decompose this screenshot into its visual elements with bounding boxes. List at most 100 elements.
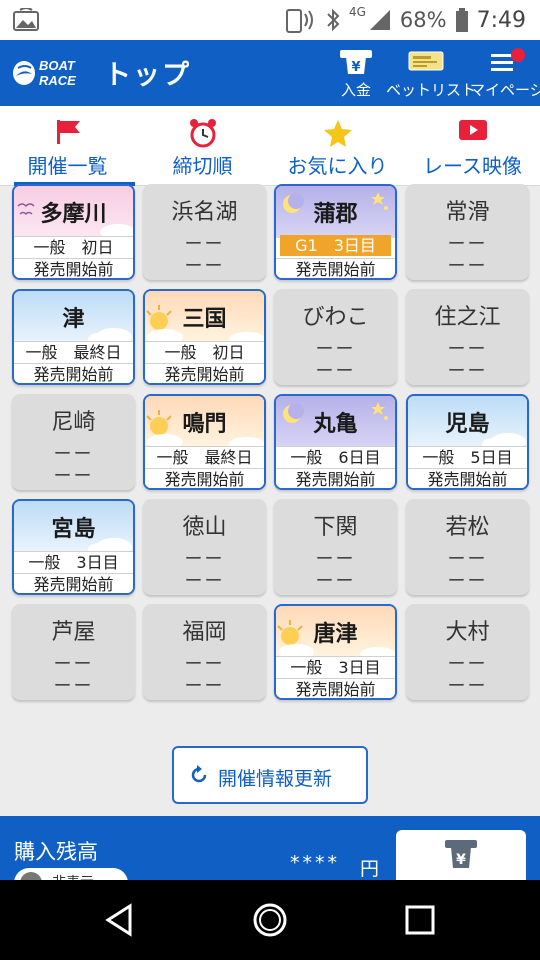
network-type: 4G: [348, 5, 366, 19]
venue-card[interactable]: 若松 ーー ーー: [406, 499, 529, 595]
balance-visibility-toggle[interactable]: 非表示: [14, 868, 128, 880]
venue-card[interactable]: 児島 一般 5日目 発売開始前: [406, 394, 529, 490]
bet-list-label: ベットリスト: [386, 81, 477, 99]
venue-card[interactable]: 蒲郡 G1 3日目 発売開始前: [274, 184, 397, 280]
venue-card[interactable]: 芦屋 ーー ーー: [12, 604, 135, 700]
venue-name: 津: [62, 307, 85, 332]
signal-icon: [369, 10, 390, 30]
refresh-label: 開催情報更新: [218, 768, 333, 790]
sale-status: 発売開始前: [276, 678, 395, 698]
alarm-clock-icon: [189, 119, 216, 148]
venue-card[interactable]: 浜名湖 ーー ーー: [143, 184, 266, 280]
notification-dot: [511, 48, 525, 62]
tab-deadline[interactable]: 締切順: [135, 106, 270, 186]
balance-currency: 円: [360, 858, 380, 880]
video-play-icon: [458, 120, 487, 140]
bet-list-button[interactable]: ベットリスト: [386, 48, 477, 100]
placeholder-dash: ーー: [315, 571, 356, 592]
venue-card[interactable]: 常滑 ーー ーー: [406, 184, 529, 280]
tab-race-video[interactable]: レース映像: [405, 106, 540, 186]
placeholder-dash: ーー: [447, 256, 488, 277]
race-grade-day: 一般 6日目: [276, 446, 395, 468]
venue-card[interactable]: 尼崎 ーー ーー: [12, 394, 135, 490]
sale-status: 発売開始前: [14, 258, 133, 278]
race-grade-day: 一般 5日目: [408, 446, 527, 468]
refresh-icon: [191, 765, 207, 783]
venue-card[interactable]: 宮島 一般 3日目 発売開始前: [12, 499, 135, 595]
venue-card[interactable]: 丸亀 一般 6日目 発売開始前: [274, 394, 397, 490]
venue-name: 児島: [445, 412, 490, 437]
venue-name: 鳴門: [182, 412, 227, 437]
placeholder-dash: ーー: [184, 676, 225, 697]
page-title: トップ: [104, 60, 191, 91]
venue-card[interactable]: 唐津 一般 3日目 発売開始前: [274, 604, 397, 700]
venue-card[interactable]: 大村 ーー ーー: [406, 604, 529, 700]
venue-name: 福岡: [182, 620, 227, 645]
venue-card[interactable]: 福岡 ーー ーー: [143, 604, 266, 700]
toggle-label: 非表示: [52, 872, 94, 880]
balance-deposit-button[interactable]: ¥: [396, 830, 526, 880]
venue-card[interactable]: 多摩川 一般 初日 発売開始前: [12, 184, 135, 280]
venue-name: 若松: [445, 515, 490, 540]
venue-name: 三国: [182, 307, 227, 332]
balance-title: 購入残高: [14, 840, 98, 864]
race-grade-day: 一般 最終日: [14, 341, 133, 363]
placeholder-dash: ーー: [53, 676, 94, 697]
battery-icon: [455, 8, 468, 32]
sale-status: 発売開始前: [145, 363, 264, 383]
sale-status: 発売開始前: [276, 258, 395, 278]
placeholder-dash: ーー: [447, 676, 488, 697]
home-icon[interactable]: [252, 902, 288, 938]
clock: 7:49: [476, 7, 526, 33]
deposit-icon: ¥: [445, 840, 477, 868]
logo-line-1: BOAT: [39, 58, 76, 73]
deposit-button[interactable]: ¥ 入金: [330, 48, 382, 100]
status-bar: 4G 68% 7:49: [0, 0, 540, 40]
venue-name: 丸亀: [313, 412, 358, 437]
recent-apps-icon[interactable]: [402, 902, 438, 938]
flag-icon: [56, 120, 80, 144]
venue-card[interactable]: 鳴門 一般 最終日 発売開始前: [143, 394, 266, 490]
venue-card[interactable]: 下関 ーー ーー: [274, 499, 397, 595]
tab-deadline-label: 締切順: [172, 154, 233, 178]
image-placeholder-icon: [13, 8, 39, 31]
back-icon[interactable]: [102, 902, 138, 938]
placeholder-dash: ーー: [53, 466, 94, 487]
venue-card[interactable]: 三国 一般 初日 発売開始前: [143, 289, 266, 385]
tab-favorites[interactable]: お気に入り: [270, 106, 405, 186]
svg-text:¥: ¥: [456, 852, 466, 868]
placeholder-dash: ーー: [447, 361, 488, 382]
boat-race-logo[interactable]: BOAT RACE: [12, 54, 88, 92]
race-grade-day: 一般 3日目: [276, 656, 395, 678]
venue-name: 芦屋: [51, 620, 96, 645]
venue-card[interactable]: びわこ ーー ーー: [274, 289, 397, 385]
venue-card[interactable]: 住之江 ーー ーー: [406, 289, 529, 385]
venue-name: 下関: [313, 515, 358, 540]
balance-bar: 購入残高 **** 円 非表示 ¥: [0, 816, 540, 880]
placeholder-dash: ーー: [184, 571, 225, 592]
venue-card[interactable]: 徳山 ーー ーー: [143, 499, 266, 595]
sale-status: 発売開始前: [14, 573, 133, 593]
tab-schedule[interactable]: 開催一覧: [0, 106, 135, 186]
placeholder-dash: ーー: [315, 361, 356, 382]
toggle-knob: [20, 872, 42, 880]
svg-text:¥: ¥: [351, 60, 360, 75]
deposit-label: 入金: [340, 81, 371, 99]
venue-name: 住之江: [434, 305, 501, 330]
battery-percent: 68%: [399, 8, 447, 32]
venue-name: 大村: [445, 620, 490, 645]
menu-icon: [491, 48, 525, 71]
system-nav-bar: [0, 880, 540, 960]
my-page-button[interactable]: マイページ: [470, 48, 540, 100]
bluetooth-icon: [327, 8, 340, 32]
venue-card[interactable]: 津一般 最終日 発売開始前: [12, 289, 135, 385]
refresh-button[interactable]: 開催情報更新: [172, 746, 368, 804]
my-page-label: マイページ: [470, 81, 540, 99]
logo-line-2: RACE: [39, 73, 76, 88]
venue-name: 常滑: [445, 200, 490, 225]
balance-amount: ****: [290, 852, 340, 874]
venue-name: 蒲郡: [313, 202, 358, 227]
ticket-icon: [408, 51, 444, 71]
sale-status: 発売開始前: [145, 468, 264, 488]
placeholder-dash: ーー: [447, 571, 488, 592]
